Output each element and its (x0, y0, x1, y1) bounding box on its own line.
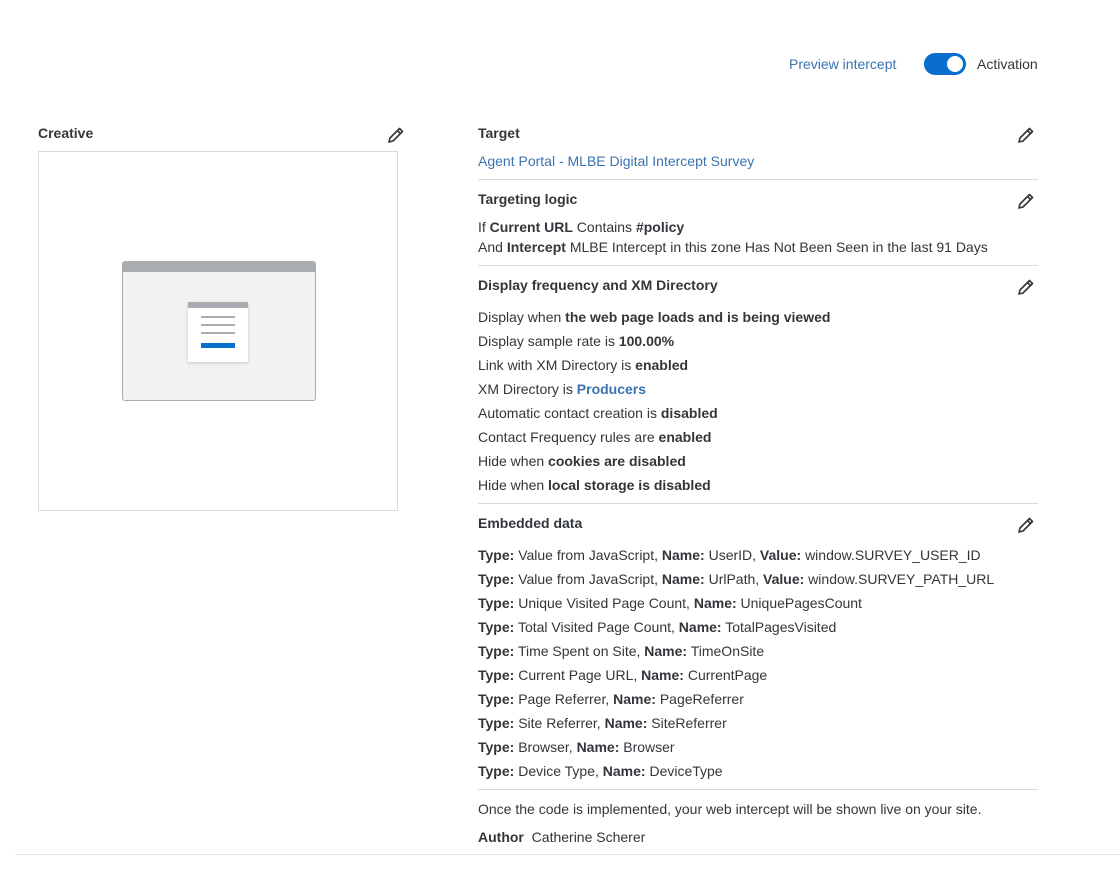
author-label: Author (478, 829, 524, 845)
divider (478, 789, 1038, 790)
target-title: Target (478, 125, 520, 141)
embedded-row: Type: Site Referrer, Name: SiteReferrer (478, 715, 727, 731)
pencil-icon (1018, 127, 1034, 143)
xm-directory-link[interactable]: Producers (577, 381, 646, 397)
pencil-icon (1018, 279, 1034, 295)
targeting-rule-2: And Intercept MLBE Intercept in this zon… (478, 239, 988, 255)
display-row: Hide when local storage is disabled (478, 477, 711, 493)
embedded-row: Type: Time Spent on Site, Name: TimeOnSi… (478, 643, 765, 659)
embedded-row: Type: Value from JavaScript, Name: UrlPa… (478, 571, 995, 587)
display-frequency-title: Display frequency and XM Directory (478, 277, 718, 293)
creative-title: Creative (38, 125, 94, 141)
embedded-row: Type: Total Visited Page Count, Name: To… (478, 619, 837, 635)
embedded-row: Type: Unique Visited Page Count, Name: U… (478, 595, 862, 611)
embedded-data-title: Embedded data (478, 515, 583, 531)
embedded-row: Type: Current Page URL, Name: CurrentPag… (478, 667, 768, 683)
edit-creative-button[interactable] (386, 125, 406, 145)
embedded-row: Type: Value from JavaScript, Name: UserI… (478, 547, 981, 563)
edit-embedded-data-button[interactable] (1016, 515, 1036, 535)
display-row: Link with XM Directory is enabled (478, 357, 689, 373)
targeting-rule-1: If Current URL Contains #policy (478, 219, 685, 235)
document-icon (188, 302, 248, 362)
edit-target-button[interactable] (1016, 125, 1036, 145)
page-bottom-divider (15, 854, 1119, 855)
pencil-icon (1018, 193, 1034, 209)
display-row: XM Directory is Producers (478, 381, 647, 397)
edit-targeting-logic-button[interactable] (1016, 191, 1036, 211)
targeting-logic-title: Targeting logic (478, 191, 578, 207)
embedded-row: Type: Browser, Name: Browser (478, 739, 675, 755)
author-name: Catherine Scherer (531, 829, 646, 845)
activation-toggle[interactable] (924, 53, 966, 75)
creative-preview[interactable] (38, 151, 398, 511)
embedded-row: Type: Page Referrer, Name: PageReferrer (478, 691, 744, 707)
toggle-knob (947, 56, 963, 72)
pencil-icon (1018, 517, 1034, 533)
display-row: Contact Frequency rules are enabled (478, 429, 712, 445)
embedded-row: Type: Device Type, Name: DeviceType (478, 763, 723, 779)
pencil-icon (388, 127, 404, 143)
display-row: Display sample rate is 100.00% (478, 333, 675, 349)
display-row: Automatic contact creation is disabled (478, 405, 718, 421)
divider (478, 265, 1038, 266)
divider (478, 179, 1038, 180)
divider (478, 503, 1038, 504)
browser-titlebar (123, 262, 315, 272)
browser-window-illustration (122, 261, 316, 401)
activation-label: Activation (977, 56, 1038, 72)
display-row: Hide when cookies are disabled (478, 453, 686, 469)
implementation-note: Once the code is implemented, your web i… (478, 801, 982, 817)
display-row: Display when the web page loads and is b… (478, 309, 831, 325)
target-link[interactable]: Agent Portal - MLBE Digital Intercept Su… (478, 153, 754, 169)
edit-display-frequency-button[interactable] (1016, 277, 1036, 297)
preview-intercept-link[interactable]: Preview intercept (789, 56, 896, 72)
author-row: Author Catherine Scherer (478, 829, 645, 845)
